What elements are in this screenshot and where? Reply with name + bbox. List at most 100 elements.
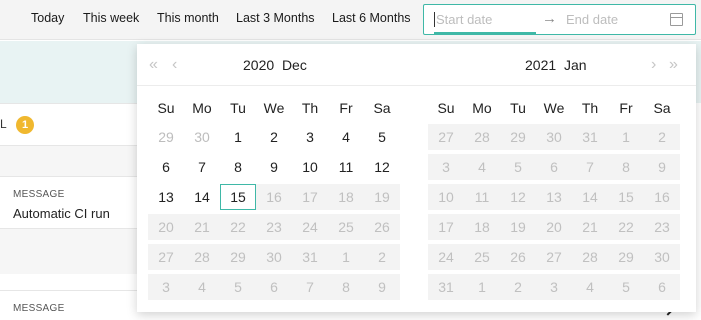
calendar-day: 25 (328, 214, 364, 240)
calendar-day[interactable]: 29 (148, 124, 184, 150)
date-range-picker[interactable]: Start date → End date (423, 4, 696, 35)
calendar-day: 24 (292, 214, 328, 240)
preset-last-6-months[interactable]: Last 6 Months (332, 11, 411, 25)
calendar-day[interactable]: 9 (256, 154, 292, 180)
weekday-label: Tu (230, 100, 246, 116)
next-month-icon[interactable]: › (651, 56, 656, 74)
calendar-day: 13 (536, 184, 572, 210)
calendar-day: 3 (428, 154, 464, 180)
calendar-day: 26 (364, 214, 400, 240)
date-toolbar: Today This week This month Last 3 Months… (0, 0, 701, 40)
calendar-day: 4 (184, 274, 220, 300)
calendar-day: 23 (644, 214, 680, 240)
start-date-input[interactable]: Start date (434, 12, 492, 27)
calendar-day[interactable]: 14 (184, 184, 220, 210)
message-value: Automatic CI run (13, 206, 110, 221)
calendar-day: 28 (184, 244, 220, 270)
weekday-label: Su (157, 100, 175, 116)
weekday-label: Fr (339, 100, 353, 116)
weekday-label: Tu (510, 100, 526, 116)
calendar-day: 17 (292, 184, 328, 210)
message-caption: MESSAGE (13, 189, 65, 200)
right-year[interactable]: 2021 (525, 57, 556, 73)
calendar-day: 27 (148, 244, 184, 270)
calendar-day: 24 (428, 244, 464, 270)
calendar-day: 18 (328, 184, 364, 210)
left-month[interactable]: Dec (282, 57, 307, 73)
calendar-day: 26 (500, 244, 536, 270)
calendar-day: 3 (148, 274, 184, 300)
calendar-day[interactable]: 2 (256, 124, 292, 150)
calendar-day[interactable]: 3 (292, 124, 328, 150)
calendar-day: 21 (184, 214, 220, 240)
calendar-icon[interactable] (670, 13, 683, 26)
left-year[interactable]: 2020 (243, 57, 274, 73)
calendar-day[interactable]: 13 (148, 184, 184, 210)
calendar-day: 19 (364, 184, 400, 210)
calendar-day: 5 (608, 274, 644, 300)
weekday-label: Mo (192, 100, 212, 116)
right-month[interactable]: Jan (564, 57, 587, 73)
next-year-icon[interactable]: » (669, 56, 678, 74)
calendar-day: 20 (148, 214, 184, 240)
calendar-day: 14 (572, 184, 608, 210)
count-badge: 1 (16, 116, 34, 134)
calendar-day: 16 (256, 184, 292, 210)
calendar-day: 31 (572, 124, 608, 150)
calendar-day: 9 (364, 274, 400, 300)
section-band (0, 146, 140, 176)
calendar-day: 7 (292, 274, 328, 300)
weekday-label: We (543, 100, 565, 116)
calendar-day[interactable]: 30 (184, 124, 220, 150)
calendar-day[interactable]: 12 (364, 154, 400, 180)
weekday-label: Th (301, 100, 319, 116)
end-date-input[interactable]: End date (566, 12, 618, 27)
calendar-day: 17 (428, 214, 464, 240)
calendar-day: 4 (572, 274, 608, 300)
left-month-title[interactable]: 2020 Dec (243, 57, 307, 73)
calendar-day[interactable]: 6 (148, 154, 184, 180)
weekday-label: Mo (472, 100, 492, 116)
calendar-day[interactable]: 10 (292, 154, 328, 180)
weekday-label: Sa (373, 100, 391, 116)
weekday-label: Su (437, 100, 455, 116)
divider (0, 176, 140, 177)
calendar-day[interactable]: 7 (184, 154, 220, 180)
prev-year-icon[interactable]: « (149, 56, 158, 74)
calendar-day[interactable]: 4 (328, 124, 364, 150)
calendar-day: 27 (428, 124, 464, 150)
calendar-day[interactable]: 5 (364, 124, 400, 150)
calendar-day[interactable]: 1 (220, 124, 256, 150)
calendar-day: 31 (428, 274, 464, 300)
calendar-day: 5 (220, 274, 256, 300)
calendar-day: 22 (220, 214, 256, 240)
weekday-label: Fr (619, 100, 633, 116)
right-month-title[interactable]: 2021 Jan (525, 57, 587, 73)
calendar-day: 1 (608, 124, 644, 150)
calendar-day: 7 (572, 154, 608, 180)
calendar-day: 5 (500, 154, 536, 180)
weekday-label: Sa (653, 100, 671, 116)
preset-last-3-months[interactable]: Last 3 Months (236, 11, 315, 25)
filter-label: L (0, 117, 7, 131)
calendar-day: 30 (536, 124, 572, 150)
calendar-day: 11 (464, 184, 500, 210)
calendar-day: 6 (536, 154, 572, 180)
calendar-day: 6 (644, 274, 680, 300)
prev-month-icon[interactable]: ‹ (172, 56, 177, 74)
calendar-day: 30 (256, 244, 292, 270)
preset-this-month[interactable]: This month (157, 11, 219, 25)
calendar-day[interactable]: 15 (220, 184, 256, 210)
calendar-day: 8 (328, 274, 364, 300)
preset-today[interactable]: Today (31, 11, 64, 25)
calendar-day: 9 (644, 154, 680, 180)
calendar-day[interactable]: 11 (328, 154, 364, 180)
calendar-day: 20 (536, 214, 572, 240)
calendar-day: 1 (328, 244, 364, 270)
calendar-day[interactable]: 8 (220, 154, 256, 180)
calendar-day: 1 (464, 274, 500, 300)
calendar-day: 18 (464, 214, 500, 240)
calendar-header: « ‹ 2020 Dec 2021 Jan › » (137, 44, 696, 86)
date-range-calendar: « ‹ 2020 Dec 2021 Jan › » Su Mo Tu We Th Fr Sa… (137, 44, 696, 312)
preset-this-week[interactable]: This week (83, 11, 139, 25)
